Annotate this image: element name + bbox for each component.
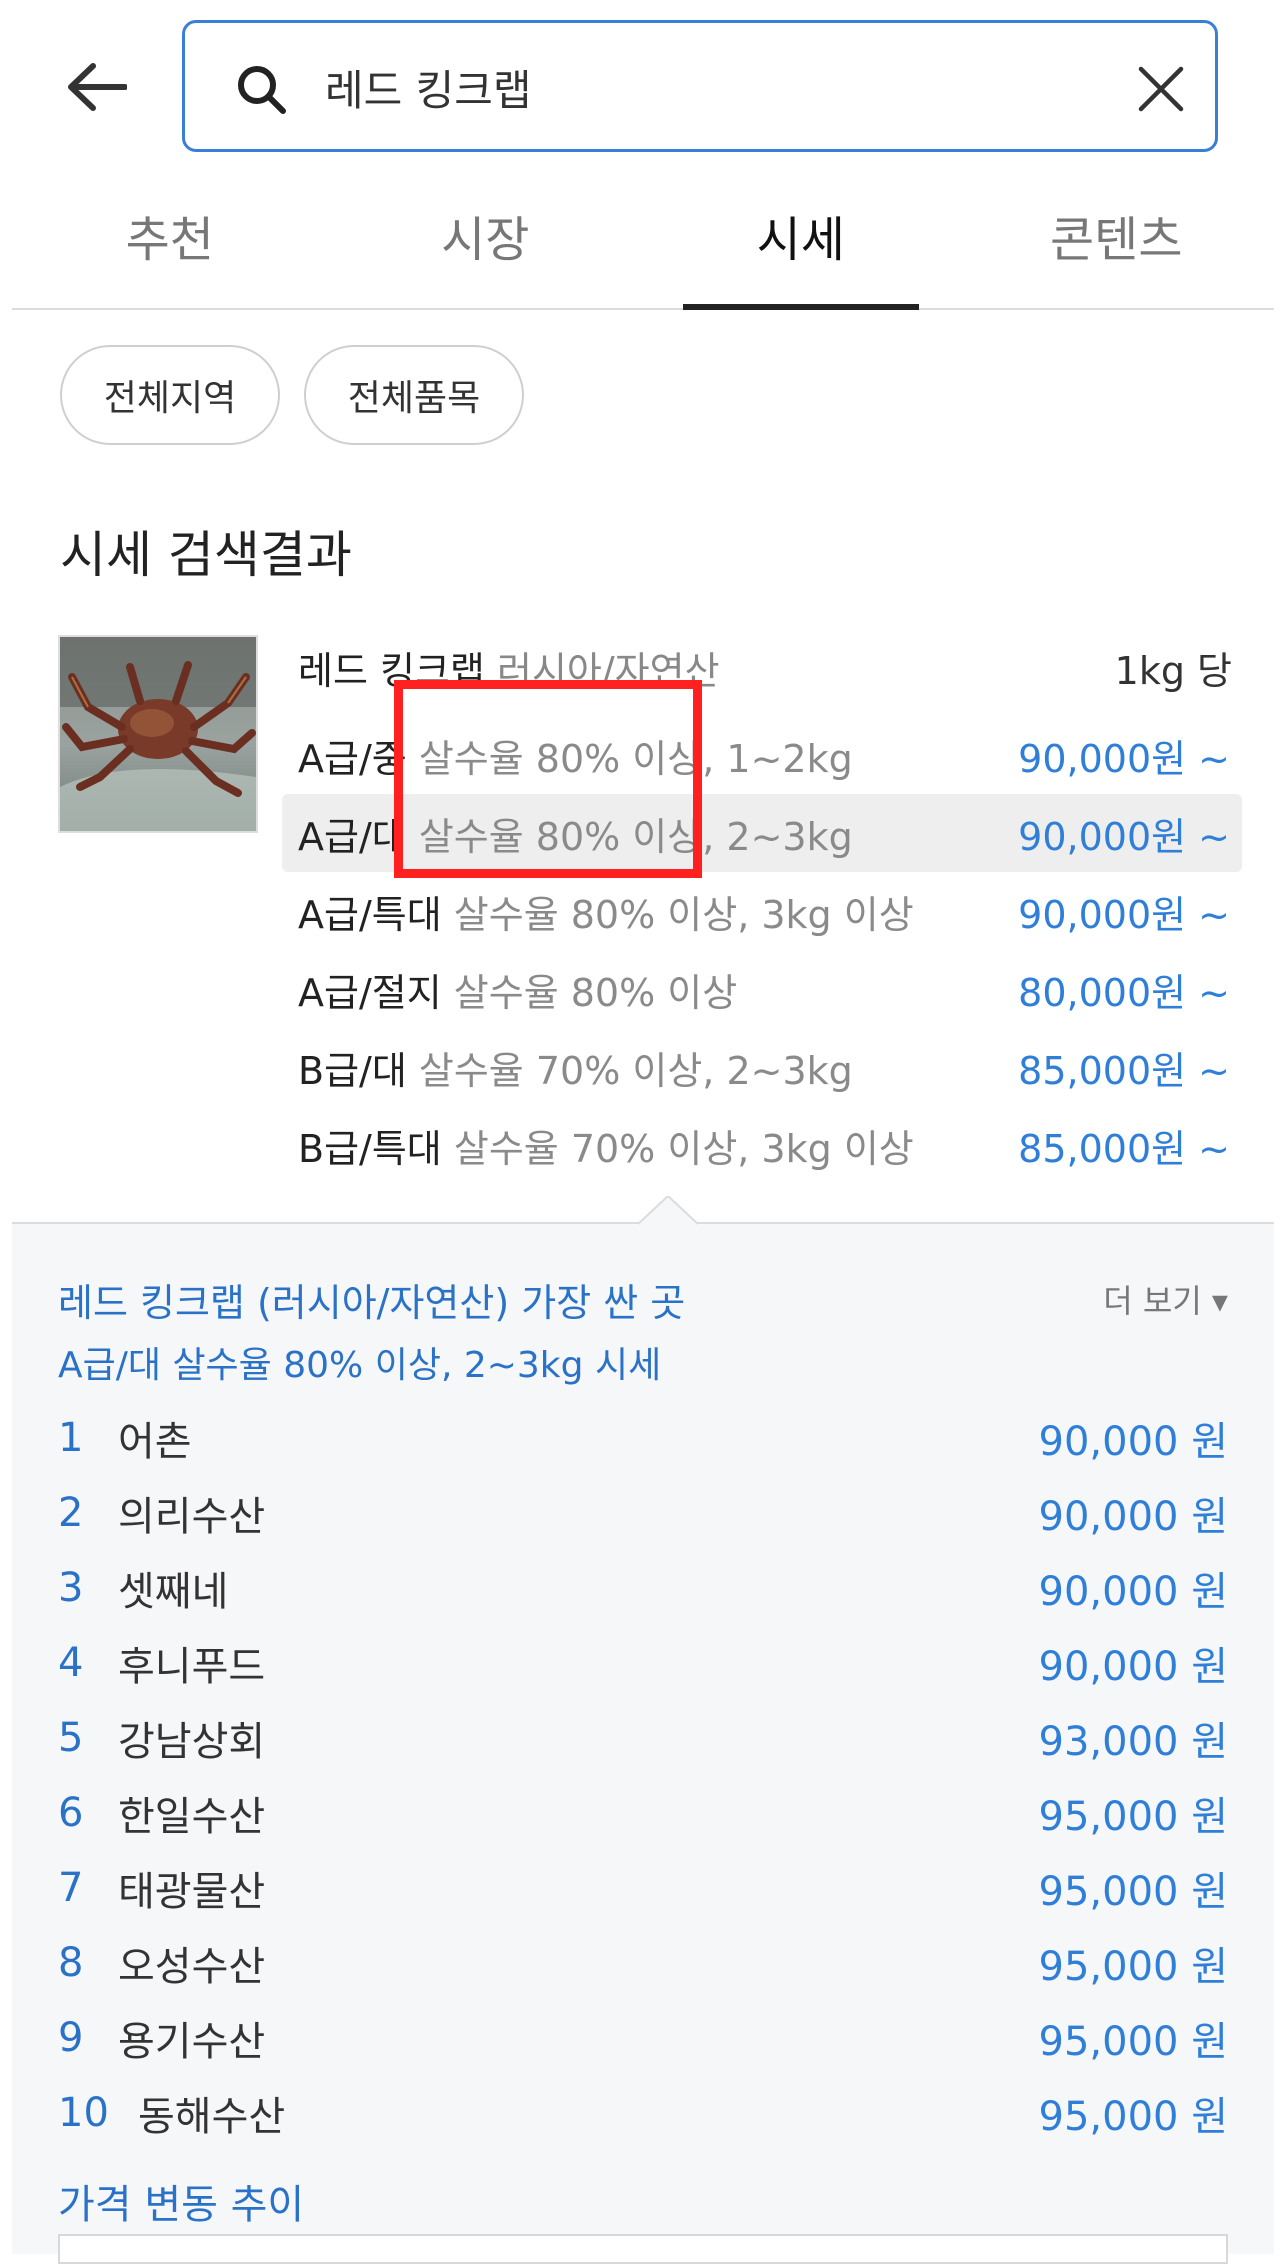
store-name: 강남상회 [118,1718,266,1765]
grade-price: 85,000원 ~ [1018,1048,1230,1093]
store-name: 태광물산 [118,1868,266,1915]
store-name: 어촌 [118,1418,192,1465]
tab-bar: 추천 시장 시세 콘텐츠 [12,190,1274,310]
back-button[interactable] [54,52,138,122]
tab-recommend[interactable]: 추천 [12,190,328,308]
crab-image [60,637,256,831]
arrow-left-icon [68,63,127,111]
store-price: 95,000 원 [1038,2018,1228,2065]
store-name: 셋째네 [118,1568,229,1615]
price-list: A급/중 살수율 80% 이상, 1~2kg 90,000원 ~ A급/대 살수… [282,716,1242,1184]
grade-desc: 살수율 80% 이상, 2~3kg [418,814,853,859]
grade-price: 90,000원 ~ [1018,892,1230,937]
price-row[interactable]: A급/절지 살수율 80% 이상 80,000원 ~ [282,950,1242,1028]
cheapest-subtitle: A급/대 살수율 80% 이상, 2~3kg 시세 [58,1345,662,1386]
store-price: 95,000 원 [1038,2093,1228,2140]
store-price: 95,000 원 [1038,1868,1228,1915]
region-filter-chip[interactable]: 전체지역 [60,345,280,445]
list-item[interactable]: 4 후니푸드 90,000 원 [58,1625,1228,1700]
store-price: 95,000 원 [1038,1793,1228,1840]
rank-number: 10 [58,2089,109,2136]
grade-desc: 살수율 80% 이상, 3kg 이상 [453,892,914,937]
clear-search-button[interactable] [1131,59,1191,119]
rank-number: 8 [58,1939,84,1986]
list-item[interactable]: 5 강남상회 93,000 원 [58,1700,1228,1775]
store-price: 90,000 원 [1038,1493,1228,1540]
list-item[interactable]: 2 의리수산 90,000 원 [58,1475,1228,1550]
list-item[interactable]: 6 한일수산 95,000 원 [58,1775,1228,1850]
price-row-selected[interactable]: A급/대 살수율 80% 이상, 2~3kg 90,000원 ~ [282,794,1242,872]
store-name: 한일수산 [118,1793,266,1840]
list-item[interactable]: 3 셋째네 90,000 원 [58,1550,1228,1625]
list-item[interactable]: 9 용기수산 95,000 원 [58,2000,1228,2075]
grade-label: A급/대 [298,814,407,859]
grade-desc: 살수율 70% 이상, 3kg 이상 [453,1126,914,1171]
search-input[interactable] [323,41,1087,133]
rank-number: 5 [58,1714,84,1761]
search-box[interactable] [182,20,1218,152]
more-button[interactable]: 더 보기 ▾ [1103,1276,1228,1322]
grade-price: 80,000원 ~ [1018,970,1230,1015]
store-name: 의리수산 [118,1493,266,1540]
price-row[interactable]: A급/특대 살수율 80% 이상, 3kg 이상 90,000원 ~ [282,872,1242,950]
grade-label: B급/대 [298,1048,407,1093]
product-image[interactable] [58,635,258,833]
list-item[interactable]: 10 동해수산 95,000 원 [58,2075,1228,2150]
close-icon [1138,66,1184,112]
price-trend-link[interactable]: 가격 변동 추이 [58,2172,304,2230]
rank-number: 3 [58,1564,84,1611]
grade-label: A급/중 [298,736,407,781]
store-price: 93,000 원 [1038,1718,1228,1765]
store-price: 90,000 원 [1038,1418,1228,1465]
grade-price: 90,000원 ~ [1018,814,1230,859]
product-title: 레드 킹크랩 [298,649,485,693]
item-filter-chip[interactable]: 전체품목 [304,345,524,445]
store-price: 95,000 원 [1038,1943,1228,1990]
store-price: 90,000 원 [1038,1643,1228,1690]
store-name: 오성수산 [118,1943,266,1990]
store-name: 용기수산 [118,2018,266,2065]
tab-contents[interactable]: 콘텐츠 [959,190,1275,308]
grade-label: B급/특대 [298,1126,442,1171]
price-row[interactable]: A급/중 살수율 80% 이상, 1~2kg 90,000원 ~ [282,716,1242,794]
section-title: 시세 검색결과 [60,526,352,584]
rank-number: 1 [58,1414,84,1461]
grade-price: 90,000원 ~ [1018,736,1230,781]
grade-price: 85,000원 ~ [1018,1126,1230,1171]
store-price: 90,000 원 [1038,1568,1228,1615]
grade-desc: 살수율 70% 이상, 2~3kg [418,1048,853,1093]
rank-number: 2 [58,1489,84,1536]
price-row[interactable]: B급/대 살수율 70% 이상, 2~3kg 85,000원 ~ [282,1028,1242,1106]
rank-number: 9 [58,2014,84,2061]
grade-desc: 살수율 80% 이상 [453,970,738,1015]
store-name: 후니푸드 [118,1643,266,1690]
tab-price[interactable]: 시세 [643,190,959,310]
grade-label: A급/절지 [298,970,442,1015]
price-unit: 1kg 당 [1114,649,1232,693]
tab-market[interactable]: 시장 [328,190,644,308]
rank-number: 6 [58,1789,84,1836]
price-row[interactable]: B급/특대 살수율 70% 이상, 3kg 이상 85,000원 ~ [282,1106,1242,1184]
rank-number: 4 [58,1639,84,1686]
grade-label: A급/특대 [298,892,442,937]
search-icon [238,66,286,114]
trend-chart-container [58,2234,1228,2264]
product-name: 레드 킹크랩 러시아/자연산 [298,640,720,695]
list-item[interactable]: 1 어촌 90,000 원 [58,1400,1228,1475]
cheapest-list: 1 어촌 90,000 원 2 의리수산 90,000 원 3 셋째네 90,0… [58,1400,1228,2150]
list-item[interactable]: 7 태광물산 95,000 원 [58,1850,1228,1925]
store-name: 동해수산 [138,2093,286,2140]
rank-number: 7 [58,1864,84,1911]
grade-desc: 살수율 80% 이상, 1~2kg [418,736,853,781]
list-item[interactable]: 8 오성수산 95,000 원 [58,1925,1228,2000]
product-origin: 러시아/자연산 [496,649,720,693]
cheapest-title: 레드 킹크랩 (러시아/자연산) 가장 싼 곳 [58,1281,686,1325]
